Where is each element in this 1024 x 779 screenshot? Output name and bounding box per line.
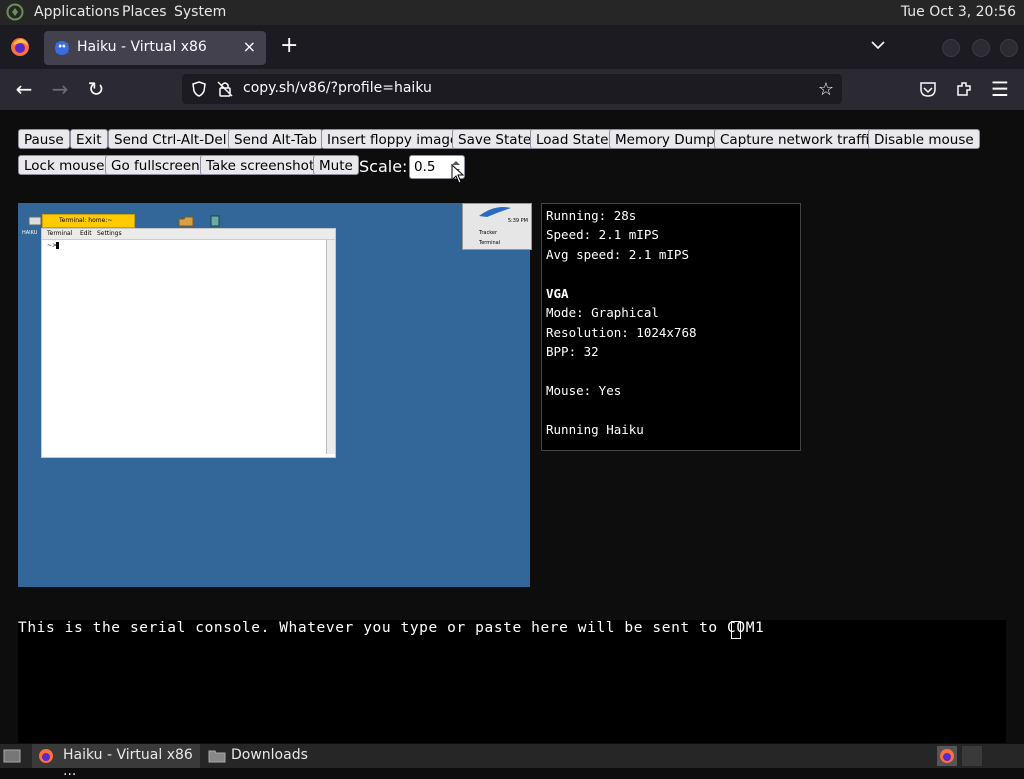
browser-tab-bar: Haiku - Virtual x86 × +	[0, 25, 1024, 69]
insert-floppy-button[interactable]: Insert floppy image	[321, 129, 465, 149]
stat-running: Running: 28s	[546, 208, 637, 223]
stat-vga-heading: VGA	[546, 286, 569, 301]
terminal-cursor	[56, 242, 59, 249]
pocket-icon[interactable]	[919, 80, 937, 98]
tracking-shield-icon[interactable]	[190, 80, 208, 98]
applications-menu[interactable]: Applications	[34, 4, 120, 20]
extensions-icon[interactable]	[955, 80, 973, 98]
send-alt-tab-button[interactable]: Send Alt-Tab	[228, 129, 324, 149]
terminal-menu-settings[interactable]: Settings	[97, 230, 122, 237]
mouse-pointer-icon	[451, 164, 465, 184]
mute-button[interactable]: Mute	[313, 155, 359, 175]
disable-mouse-button[interactable]: Disable mouse	[868, 129, 980, 149]
taskbar-item-browser[interactable]: Haiku - Virtual x86 ...	[32, 744, 200, 779]
close-window-button[interactable]	[1000, 39, 1018, 57]
taskbar-item-downloads-label: Downloads	[231, 747, 308, 763]
stat-resolution: Resolution: 1024x768	[546, 325, 697, 340]
stat-mouse: Mouse: Yes	[546, 383, 622, 398]
url-text[interactable]: copy.sh/v86/?profile=haiku	[243, 80, 432, 96]
disk-icon	[28, 216, 42, 226]
taskbar-item-downloads[interactable]: Downloads	[204, 744, 384, 768]
show-desktop-icon[interactable]	[3, 748, 21, 764]
deskbar-item-terminal[interactable]: Terminal	[479, 240, 500, 246]
v86-favicon-icon	[55, 41, 69, 55]
go-fullscreen-button[interactable]: Go fullscreen	[105, 155, 206, 175]
workspace-switcher-icon[interactable]	[937, 746, 957, 766]
exit-button[interactable]: Exit	[70, 129, 108, 149]
places-menu[interactable]: Places	[122, 4, 167, 20]
taskbar-firefox-icon	[39, 749, 53, 763]
terminal-window[interactable]: Terminal Edit Settings ~>	[41, 228, 336, 458]
stat-bpp: BPP: 32	[546, 344, 599, 359]
stat-avg-speed: Avg speed: 2.1 mIPS	[546, 247, 689, 262]
stat-speed: Speed: 2.1 mIPS	[546, 227, 659, 242]
minimize-window-button[interactable]	[942, 39, 960, 57]
taskbar-folder-icon	[208, 750, 226, 763]
pause-button[interactable]: Pause	[18, 129, 70, 149]
scale-label: Scale:	[359, 157, 408, 176]
firefox-icon[interactable]	[10, 37, 30, 57]
system-menu[interactable]: System	[174, 4, 226, 20]
terminal-menubar: Terminal Edit Settings	[42, 229, 335, 240]
lock-mouse-button[interactable]: Lock mouse	[18, 155, 111, 175]
haiku-leaf-icon	[479, 207, 511, 217]
save-state-button[interactable]: Save State	[452, 129, 538, 149]
load-state-button[interactable]: Load State	[530, 129, 615, 149]
deskbar-clock: 5:39 PM	[507, 218, 528, 224]
hamburger-menu-icon[interactable]: ☰	[990, 79, 1010, 99]
maximize-window-button[interactable]	[972, 39, 990, 57]
memory-dump-button[interactable]: Memory Dump	[609, 129, 721, 149]
send-ctrl-alt-del-button[interactable]: Send Ctrl-Alt-Del	[108, 129, 233, 149]
trash-icon	[210, 215, 220, 227]
serial-console[interactable]: This is the serial console. Whatever you…	[18, 620, 1006, 743]
back-icon[interactable]: ←	[14, 79, 34, 99]
terminal-menu-edit[interactable]: Edit	[80, 230, 92, 237]
browser-nav-bar: ← → ↻ copy.sh/v86/?profile=haiku ☆ ☰	[0, 69, 1024, 110]
distro-logo-icon[interactable]	[6, 3, 24, 21]
terminal-scrollbar[interactable]	[326, 240, 335, 454]
panel-clock[interactable]: Tue Oct 3, 20:56	[901, 4, 1016, 20]
bottom-taskbar: Haiku - Virtual x86 ... Downloads	[0, 744, 1024, 779]
serial-console-cursor	[731, 621, 741, 639]
bookmark-star-icon[interactable]: ☆	[818, 79, 834, 100]
new-tab-button[interactable]: +	[280, 33, 298, 58]
forward-icon[interactable]: →	[50, 79, 70, 99]
terminal-window-title: Terminal: home:~	[59, 217, 113, 224]
top-panel: Applications Places System Tue Oct 3, 20…	[0, 0, 1024, 25]
reload-icon[interactable]: ↻	[86, 79, 106, 99]
vm-screen[interactable]: HAIKU Terminal: home:~ Terminal Edit Set…	[18, 203, 532, 587]
take-screenshot-button[interactable]: Take screenshot	[200, 155, 321, 175]
terminal-window-tab[interactable]: Terminal: home:~	[42, 214, 135, 228]
insecure-lock-icon[interactable]	[216, 80, 234, 98]
stat-running-os: Running Haiku	[546, 422, 644, 437]
tab-haiku[interactable]: Haiku - Virtual x86 ×	[44, 31, 266, 65]
terminal-menu-terminal[interactable]: Terminal	[47, 230, 72, 237]
list-all-tabs-icon[interactable]	[870, 37, 886, 53]
deskbar-item-tracker[interactable]: Tracker	[479, 230, 497, 236]
scale-value[interactable]: 0.5	[414, 159, 435, 175]
tab-close-icon[interactable]: ×	[243, 37, 256, 56]
tab-title: Haiku - Virtual x86	[77, 39, 207, 55]
stat-mode: Mode: Graphical	[546, 305, 659, 320]
haiku-deskbar[interactable]: 5:39 PM Tracker Terminal	[462, 203, 532, 250]
serial-console-text[interactable]: This is the serial console. Whatever you…	[18, 620, 764, 636]
url-bar[interactable]: copy.sh/v86/?profile=haiku ☆	[182, 74, 842, 104]
taskbar-item-browser-label: Haiku - Virtual x86 ...	[63, 747, 193, 779]
home-folder-icon	[178, 216, 194, 227]
v86-page: Pause Exit Send Ctrl-Alt-Del Send Alt-Ta…	[0, 110, 1024, 743]
disk-label: HAIKU	[22, 230, 38, 236]
workspace-2[interactable]	[962, 746, 982, 766]
capture-network-button[interactable]: Capture network traffic	[714, 129, 883, 149]
stats-panel: Running: 28s Speed: 2.1 mIPS Avg speed: …	[541, 203, 801, 451]
